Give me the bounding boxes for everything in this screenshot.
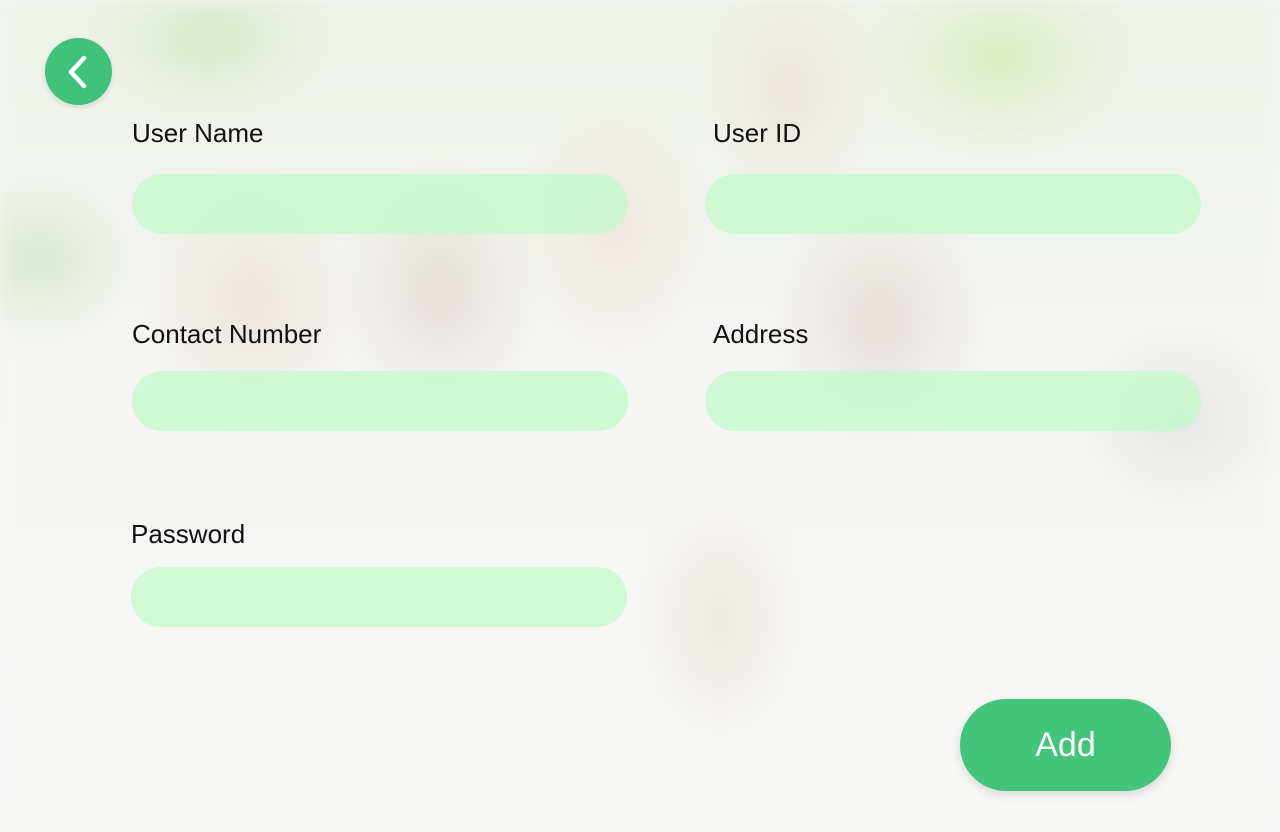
back-button[interactable] [45, 38, 112, 105]
user-name-label: User Name [132, 118, 264, 148]
address-input[interactable] [705, 371, 1201, 431]
password-input[interactable] [131, 567, 627, 627]
contact-number-label: Contact Number [132, 319, 322, 349]
user-id-input[interactable] [705, 174, 1201, 234]
add-button[interactable]: Add [960, 699, 1171, 791]
chevron-left-icon [64, 54, 94, 90]
add-user-screen: User Name User ID Contact Number Address… [0, 0, 1280, 832]
user-id-label: User ID [713, 118, 802, 148]
contact-number-input[interactable] [132, 371, 628, 431]
address-label: Address [713, 319, 809, 349]
user-name-input[interactable] [132, 174, 628, 234]
password-label: Password [131, 519, 246, 549]
add-button-label: Add [1035, 725, 1096, 764]
